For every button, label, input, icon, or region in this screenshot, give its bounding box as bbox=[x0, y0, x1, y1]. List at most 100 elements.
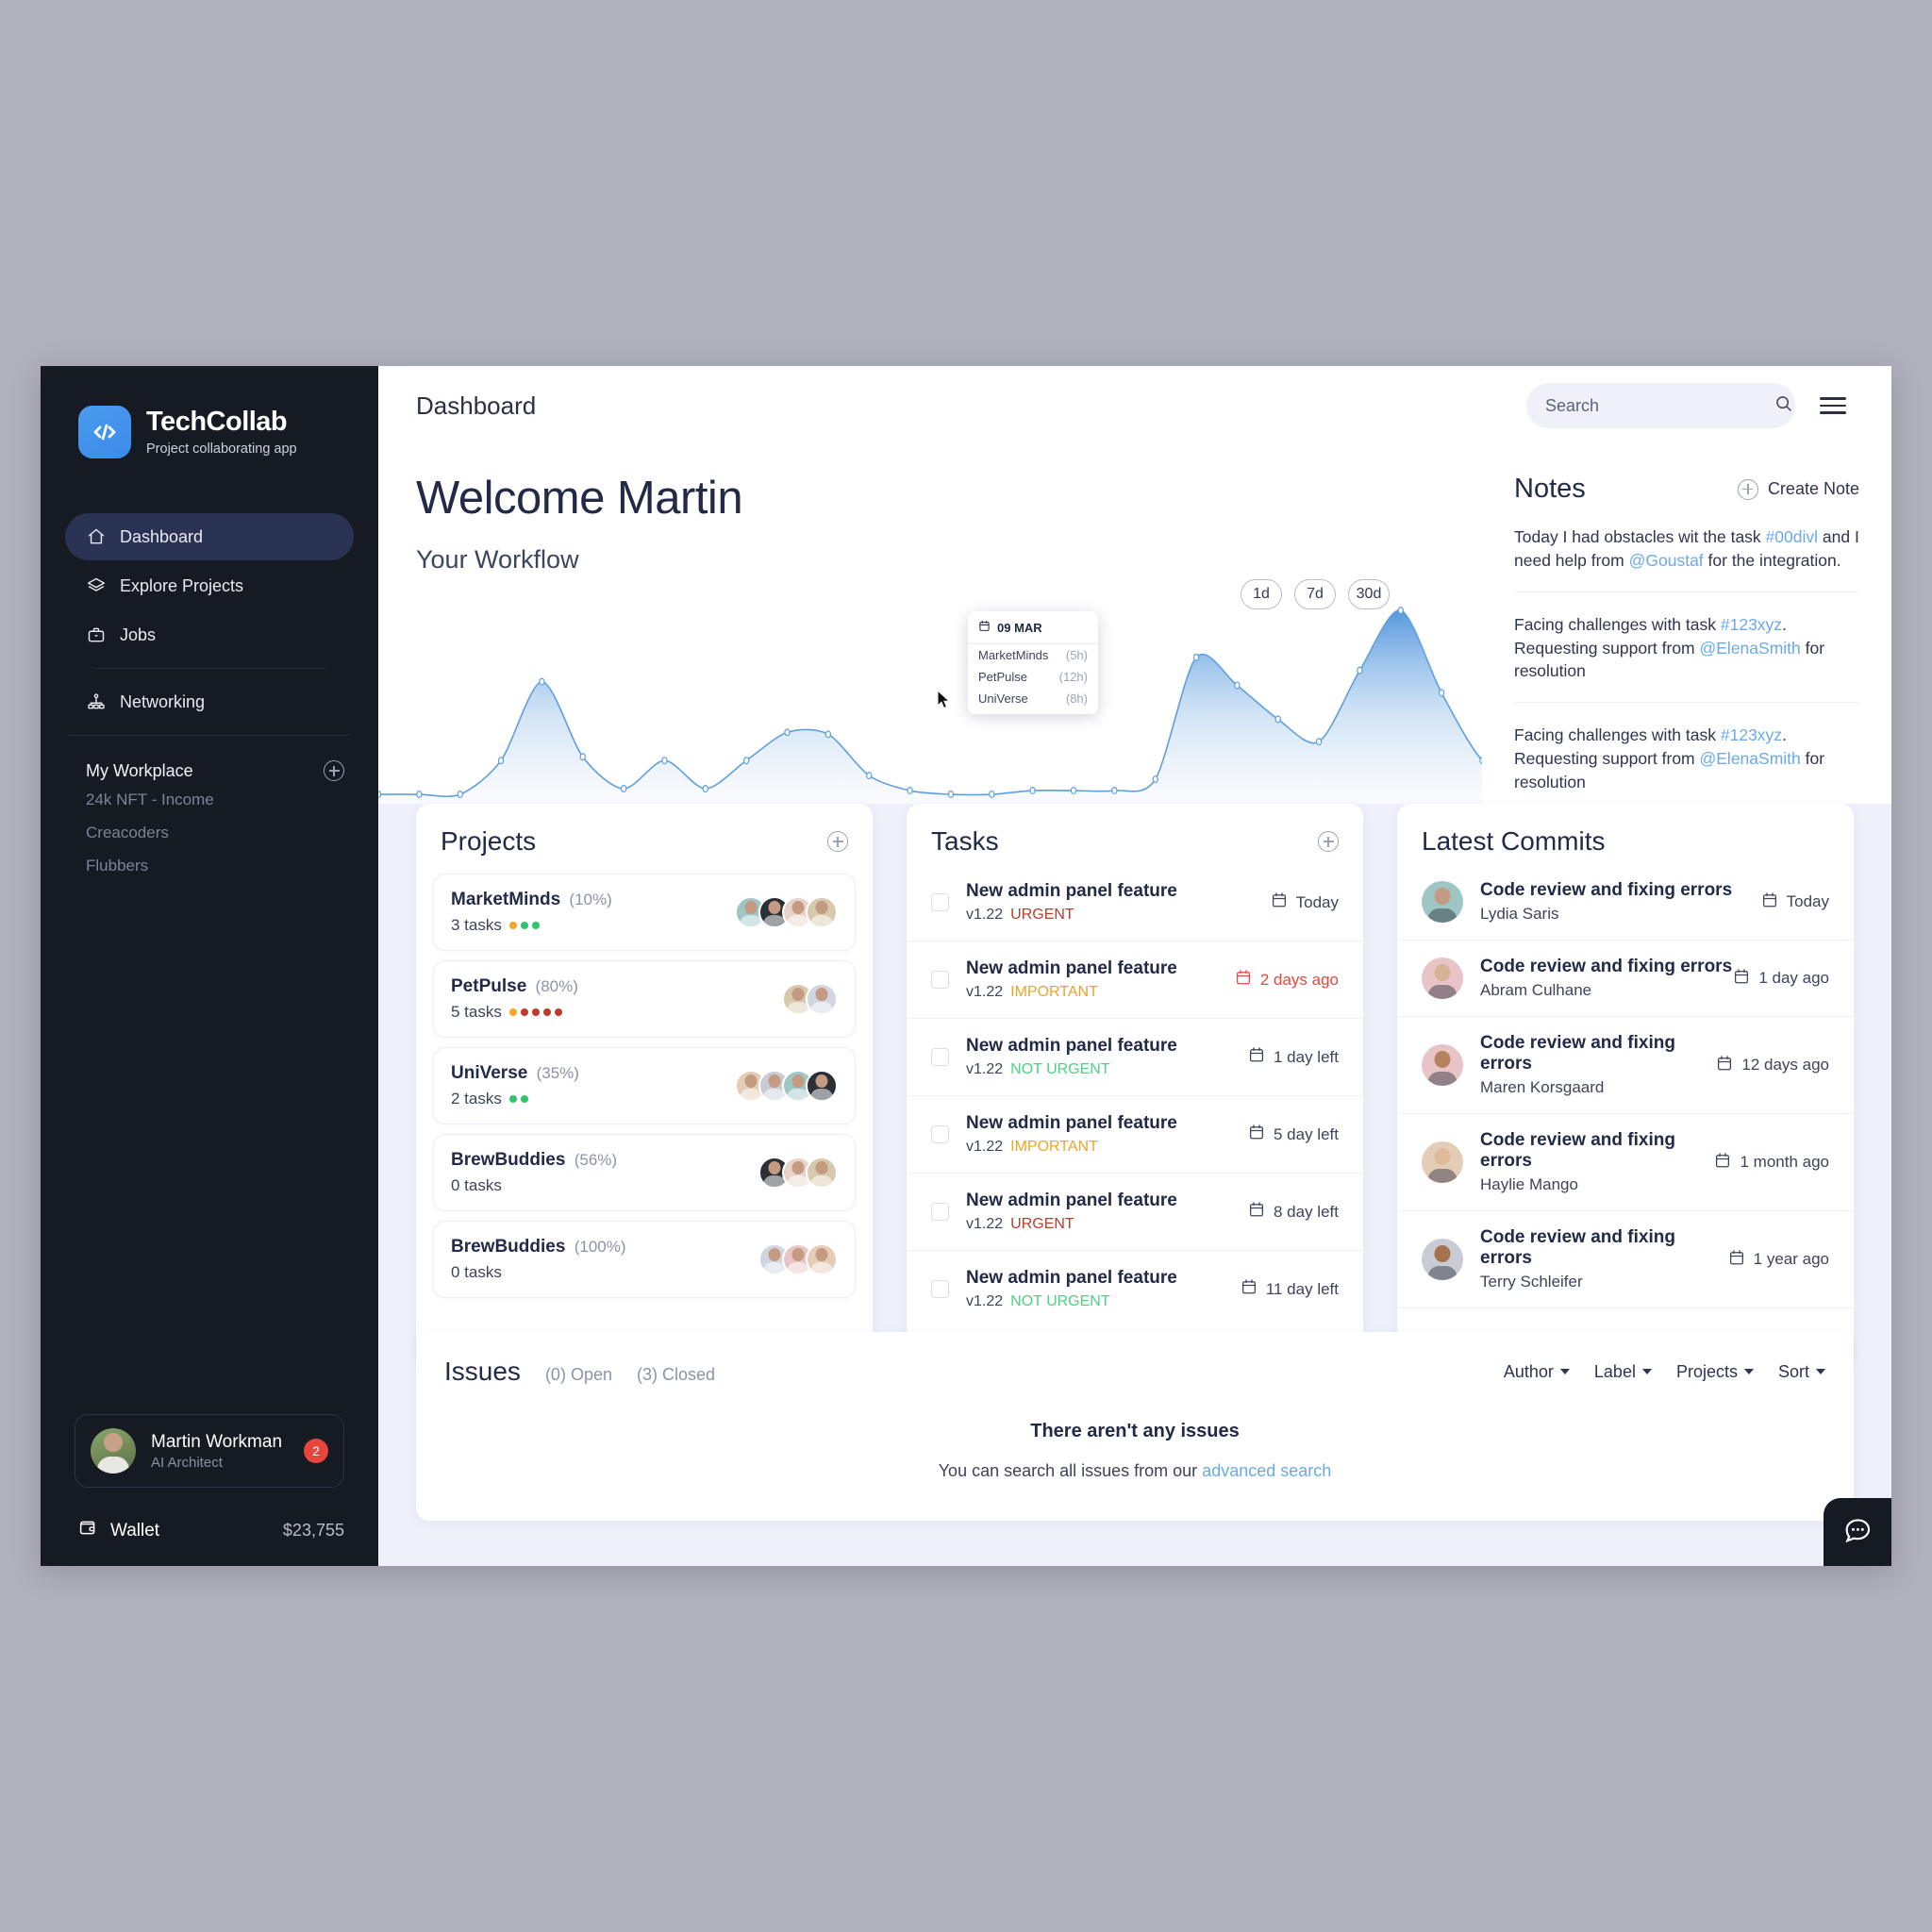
sidebar-item-explore-projects[interactable]: Explore Projects bbox=[65, 562, 354, 609]
sidebar-item-dashboard[interactable]: Dashboard bbox=[65, 513, 354, 560]
workplace-header: My Workplace bbox=[41, 745, 378, 781]
chart-data-point[interactable] bbox=[1070, 787, 1077, 795]
main-content: Dashboard Welcome Martin Your Workflow 1… bbox=[378, 366, 1891, 1566]
add-project-button[interactable] bbox=[827, 831, 848, 852]
workplace-item[interactable]: Flubbers bbox=[41, 847, 378, 880]
chart-data-point[interactable] bbox=[784, 728, 791, 737]
project-member-avatars[interactable] bbox=[758, 1243, 838, 1275]
chart-data-point[interactable] bbox=[947, 791, 955, 799]
chart-data-point[interactable] bbox=[1274, 715, 1281, 724]
task-checkbox[interactable] bbox=[931, 893, 949, 911]
note-mention[interactable]: @Goustaf bbox=[1629, 551, 1704, 570]
chart-data-point[interactable] bbox=[1111, 787, 1118, 795]
search-input[interactable] bbox=[1545, 395, 1764, 416]
search-icon[interactable] bbox=[1774, 393, 1793, 418]
project-row[interactable]: BrewBuddies (100%) 0 tasks bbox=[433, 1221, 856, 1298]
chart-data-point[interactable] bbox=[579, 753, 586, 761]
task-checkbox[interactable] bbox=[931, 1048, 949, 1066]
advanced-search-link[interactable]: advanced search bbox=[1202, 1461, 1331, 1480]
commit-row[interactable]: Code review and fixing errors Lydia Saris… bbox=[1397, 864, 1854, 941]
commit-row[interactable]: Code review and fixing errors Terry Schle… bbox=[1397, 1211, 1854, 1308]
chart-data-point[interactable] bbox=[907, 787, 913, 795]
chart-data-point[interactable] bbox=[702, 785, 709, 793]
commit-row[interactable]: Code review and fixing errors Abram Culha… bbox=[1397, 941, 1854, 1017]
calendar-icon bbox=[1248, 1201, 1265, 1223]
chart-data-point[interactable] bbox=[416, 791, 423, 799]
workplace-item[interactable]: 24k NFT - Income bbox=[41, 781, 378, 814]
hamburger-icon[interactable] bbox=[1820, 397, 1846, 414]
chart-data-point[interactable] bbox=[1357, 666, 1363, 675]
task-checkbox[interactable] bbox=[931, 1280, 949, 1298]
chart-data-point[interactable] bbox=[1152, 775, 1158, 784]
chart-data-point[interactable] bbox=[1438, 689, 1445, 697]
tasks-card: Tasks New admin panel feature v1.22 URGENT… bbox=[907, 804, 1363, 1363]
task-row[interactable]: New admin panel feature v1.22 NOT URGENT 11… bbox=[907, 1251, 1363, 1327]
chart-data-point[interactable] bbox=[620, 785, 627, 793]
note-item[interactable]: Today I had obstacles wit the task #00di… bbox=[1514, 505, 1859, 592]
project-member-avatars[interactable] bbox=[735, 1070, 838, 1102]
notification-badge[interactable]: 2 bbox=[304, 1439, 328, 1463]
chat-fab-button[interactable] bbox=[1824, 1498, 1891, 1566]
task-row[interactable]: New admin panel feature v1.22 URGENT Today bbox=[907, 864, 1363, 941]
commit-title: Code review and fixing errors bbox=[1480, 1227, 1675, 1268]
project-name: UniVerse (35%) bbox=[451, 1063, 579, 1083]
commit-row[interactable]: Code review and fixing errors Maren Korsg… bbox=[1397, 1017, 1854, 1114]
chart-data-point[interactable] bbox=[539, 677, 545, 686]
note-task-link[interactable]: #123xyz bbox=[1721, 725, 1782, 744]
wallet-amount: $23,755 bbox=[282, 1521, 344, 1540]
project-member-avatars[interactable] bbox=[735, 896, 838, 928]
commit-row[interactable]: Code review and fixing errors Haylie Mang… bbox=[1397, 1114, 1854, 1211]
project-member-avatars[interactable] bbox=[758, 1157, 838, 1189]
chart-data-point[interactable] bbox=[1192, 653, 1200, 661]
chart-data-point[interactable] bbox=[1029, 787, 1036, 795]
project-row[interactable]: UniVerse (35%) 2 tasks bbox=[433, 1047, 856, 1124]
issues-closed-count[interactable]: (3) Closed bbox=[637, 1365, 715, 1385]
project-member-avatars[interactable] bbox=[782, 983, 838, 1015]
sidebar-item-networking[interactable]: Networking bbox=[65, 678, 354, 725]
chart-data-point[interactable] bbox=[497, 757, 505, 765]
task-row[interactable]: New admin panel feature v1.22 IMPORTANT 2 d… bbox=[907, 941, 1363, 1019]
task-checkbox[interactable] bbox=[931, 971, 949, 989]
chart-data-point[interactable] bbox=[824, 730, 832, 739]
chart-data-point[interactable] bbox=[866, 772, 873, 780]
sidebar-item-jobs[interactable]: Jobs bbox=[65, 611, 354, 658]
add-workplace-button[interactable] bbox=[324, 760, 344, 781]
note-item[interactable]: Facing challenges with task #123xyz. Req… bbox=[1514, 703, 1859, 813]
project-row[interactable]: BrewBuddies (56%) 0 tasks bbox=[433, 1134, 856, 1211]
task-checkbox[interactable] bbox=[931, 1125, 949, 1143]
add-task-button[interactable] bbox=[1318, 831, 1339, 852]
filter-label[interactable]: Label bbox=[1594, 1362, 1652, 1382]
project-row[interactable]: MarketMinds (10%) 3 tasks bbox=[433, 874, 856, 951]
task-row[interactable]: New admin panel feature v1.22 IMPORTANT 5 d… bbox=[907, 1096, 1363, 1174]
tooltip-series-name: MarketMinds bbox=[978, 648, 1049, 662]
project-row[interactable]: PetPulse (80%) 5 tasks bbox=[433, 960, 856, 1038]
issues-open-count[interactable]: (0) Open bbox=[545, 1365, 612, 1385]
note-mention[interactable]: @ElenaSmith bbox=[1700, 749, 1801, 768]
filter-sort[interactable]: Sort bbox=[1778, 1362, 1825, 1382]
task-checkbox[interactable] bbox=[931, 1203, 949, 1221]
workplace-item[interactable]: Creacoders bbox=[41, 814, 378, 847]
chart-data-point[interactable] bbox=[378, 791, 382, 799]
notes-title: Notes bbox=[1514, 474, 1586, 504]
task-row[interactable]: New admin panel feature v1.22 URGENT 8 day … bbox=[907, 1174, 1363, 1251]
create-note-button[interactable]: Create Note bbox=[1737, 478, 1859, 500]
note-mention[interactable]: @ElenaSmith bbox=[1700, 639, 1801, 658]
note-item[interactable]: Facing challenges with task #123xyz. Req… bbox=[1514, 592, 1859, 704]
wallet-row[interactable]: Wallet $23,755 bbox=[41, 1508, 378, 1543]
commit-author: Haylie Mango bbox=[1480, 1175, 1578, 1193]
note-task-link[interactable]: #00divl bbox=[1766, 527, 1818, 546]
filter-projects[interactable]: Projects bbox=[1676, 1362, 1754, 1382]
filter-author[interactable]: Author bbox=[1504, 1362, 1570, 1382]
chart-data-point[interactable] bbox=[661, 757, 668, 765]
note-task-link[interactable]: #123xyz bbox=[1721, 615, 1782, 634]
chart-data-point[interactable] bbox=[457, 791, 463, 799]
user-profile-card[interactable]: Martin Workman AI Architect 2 bbox=[75, 1414, 344, 1488]
search-box[interactable] bbox=[1526, 383, 1795, 428]
chart-data-point[interactable] bbox=[1315, 738, 1323, 746]
task-row[interactable]: New admin panel feature v1.22 NOT URGENT 1 … bbox=[907, 1019, 1363, 1096]
chart-data-point[interactable] bbox=[1234, 681, 1241, 690]
chart-data-point[interactable] bbox=[1397, 606, 1404, 615]
chart-data-point[interactable] bbox=[989, 791, 995, 799]
project-progress: (10%) bbox=[569, 891, 612, 908]
chart-data-point[interactable] bbox=[742, 757, 750, 765]
